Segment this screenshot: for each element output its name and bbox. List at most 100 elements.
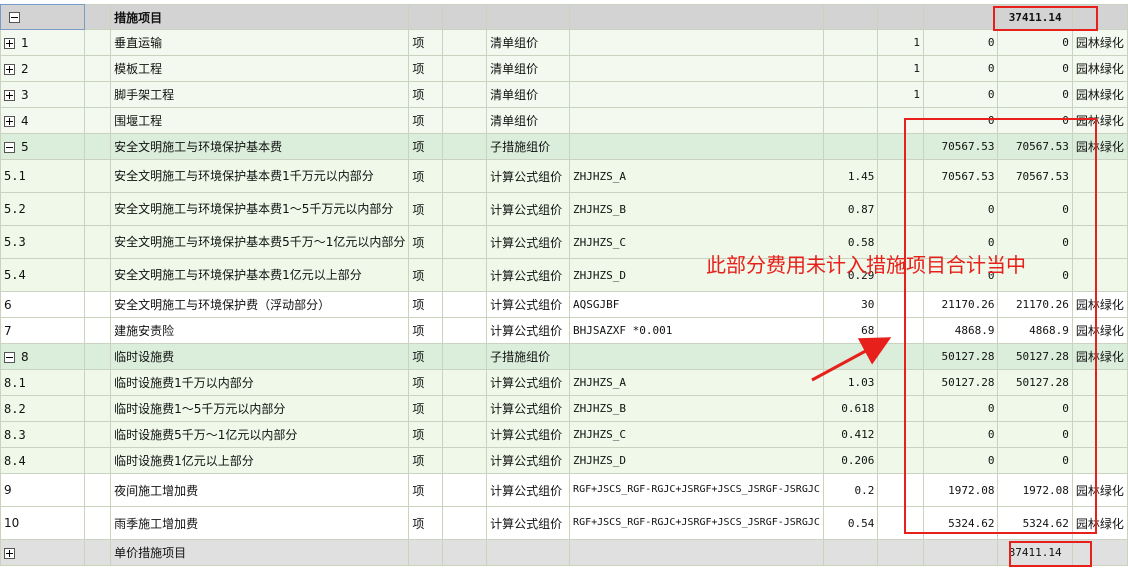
tree-cell[interactable]: 5.3 bbox=[0, 225, 86, 259]
row-formula[interactable] bbox=[569, 55, 824, 82]
tree-cell[interactable]: 8.4 bbox=[0, 447, 86, 474]
row-formula[interactable]: ZHJHZS_A bbox=[569, 159, 824, 193]
row-type[interactable]: 计算公式组价 bbox=[486, 369, 571, 396]
table-row[interactable]: 8.2 临时设施费1～5千万元以内部分项 计算公式组价 ZHJHZS_B 0.618 0 0 bbox=[0, 395, 1128, 422]
tree-cell[interactable]: 8 bbox=[0, 343, 86, 370]
table-row[interactable]: 3 脚手架工程项清单组价 1 0 0 园林绿化 bbox=[0, 81, 1128, 108]
row-rate[interactable]: 0.206 bbox=[822, 447, 879, 474]
row-type[interactable]: 计算公式组价 bbox=[486, 258, 571, 292]
row-rate[interactable]: 0.54 bbox=[822, 506, 879, 540]
expand-icon[interactable] bbox=[4, 63, 15, 75]
row-rate[interactable] bbox=[822, 81, 879, 108]
row-rate[interactable] bbox=[822, 133, 879, 160]
blank-cell bbox=[84, 506, 112, 540]
row-formula[interactable]: ZHJHZS_B bbox=[569, 395, 824, 422]
tree-cell[interactable]: 5.4 bbox=[0, 258, 86, 292]
table-row[interactable]: 6 安全文明施工与环境保护费（浮动部分）项 计算公式组价 AQSGJBF 30 21170… bbox=[0, 291, 1128, 318]
row-formula[interactable] bbox=[569, 81, 824, 108]
row-price: 70567.53 bbox=[922, 133, 999, 160]
table-row[interactable]: 8.3 临时设施费5千万～1亿元以内部分项 计算公式组价 ZHJHZS_C 0.412 0… bbox=[0, 421, 1128, 448]
tree-cell[interactable]: 8.1 bbox=[0, 369, 86, 396]
tree-cell[interactable]: 8.3 bbox=[0, 421, 86, 448]
tree-cell[interactable]: 4 bbox=[0, 107, 86, 134]
expand-icon[interactable] bbox=[4, 547, 15, 559]
row-type[interactable]: 计算公式组价 bbox=[486, 317, 571, 344]
row-type[interactable]: 计算公式组价 bbox=[486, 506, 571, 540]
tree-cell[interactable]: 5.1 bbox=[0, 159, 86, 193]
row-rate[interactable]: 0.618 bbox=[822, 395, 879, 422]
tree-cell[interactable]: 9 bbox=[0, 473, 86, 507]
row-formula[interactable]: ZHJHZS_D bbox=[569, 447, 824, 474]
collapse-icon[interactable] bbox=[4, 141, 15, 153]
tree-cell[interactable]: 7 bbox=[0, 317, 86, 344]
row-type[interactable]: 计算公式组价 bbox=[486, 421, 571, 448]
table-row[interactable]: 5.2 安全文明施工与环境保护基本费1～5千万元以内部分项 计算公式组价 ZHJHZS… bbox=[0, 192, 1128, 226]
row-rate[interactable]: 1.03 bbox=[822, 369, 879, 396]
row-formula[interactable] bbox=[569, 343, 824, 370]
footer-tree-cell[interactable] bbox=[0, 539, 86, 566]
row-formula[interactable]: BHJSAZXF *0.001 bbox=[569, 317, 824, 344]
row-type[interactable]: 计算公式组价 bbox=[486, 192, 571, 226]
expand-icon[interactable] bbox=[4, 89, 15, 101]
row-rate[interactable] bbox=[822, 343, 879, 370]
expand-icon[interactable] bbox=[4, 115, 15, 127]
row-formula[interactable]: RGF+JSCS_RGF-RGJC+JSRGF+JSCS_JSRGF-JSRGJ… bbox=[569, 506, 824, 540]
header-tree-cell[interactable] bbox=[0, 4, 86, 30]
table-row[interactable]: 1 垂直运输项清单组价 1 0 0 园林绿化 bbox=[0, 29, 1128, 56]
row-rate[interactable]: 0.87 bbox=[822, 192, 879, 226]
tree-cell[interactable]: 10 bbox=[0, 506, 86, 540]
table-row[interactable]: 5.1 安全文明施工与环境保护基本费1千万元以内部分项 计算公式组价 ZHJHZS_A… bbox=[0, 159, 1128, 193]
table-row[interactable]: 9 夜间施工增加费项 计算公式组价 RGF+JSCS_RGF-RGJC+JSRGF+J… bbox=[0, 473, 1128, 507]
row-type[interactable]: 计算公式组价 bbox=[486, 159, 571, 193]
table-row[interactable]: 5 安全文明施工与环境保护基本费项子措施组价 70567.53 70567.53 园林绿… bbox=[0, 133, 1128, 160]
expand-icon[interactable] bbox=[4, 37, 15, 49]
row-name: 安全文明施工与环境保护基本费5千万～1亿元以内部分 bbox=[110, 225, 410, 259]
row-formula[interactable]: ZHJHZS_B bbox=[569, 192, 824, 226]
table-row[interactable]: 10 雨季施工增加费项 计算公式组价 RGF+JSCS_RGF-RGJC+JSRGF+… bbox=[0, 506, 1128, 540]
row-rate[interactable] bbox=[822, 55, 879, 82]
header-row[interactable]: 措施项目 37411.14 bbox=[0, 4, 1128, 30]
row-formula[interactable] bbox=[569, 29, 824, 56]
row-rate[interactable] bbox=[822, 107, 879, 134]
collapse-icon[interactable] bbox=[4, 351, 15, 363]
tree-cell[interactable]: 8.2 bbox=[0, 395, 86, 422]
row-unit: 项 bbox=[408, 369, 444, 396]
collapse-icon[interactable] bbox=[9, 12, 20, 23]
row-type[interactable]: 计算公式组价 bbox=[486, 225, 571, 259]
row-type[interactable]: 计算公式组价 bbox=[486, 395, 571, 422]
row-rate[interactable]: 30 bbox=[822, 291, 879, 318]
row-type[interactable]: 子措施组价 bbox=[486, 343, 571, 370]
row-formula[interactable]: RGF+JSCS_RGF-RGJC+JSRGF+JSCS_JSRGF-JSRGJ… bbox=[569, 473, 824, 507]
row-formula[interactable]: ZHJHZS_A bbox=[569, 369, 824, 396]
tree-cell[interactable]: 5.2 bbox=[0, 192, 86, 226]
row-type[interactable]: 清单组价 bbox=[486, 81, 571, 108]
table-row[interactable]: 8.1 临时设施费1千万以内部分项 计算公式组价 ZHJHZS_A 1.03 50127.… bbox=[0, 369, 1128, 396]
table-row[interactable]: 8 临时设施费项子措施组价 50127.28 50127.28 园林绿化 bbox=[0, 343, 1128, 370]
row-formula[interactable]: AQSGJBF bbox=[569, 291, 824, 318]
row-type[interactable]: 计算公式组价 bbox=[486, 447, 571, 474]
row-rate[interactable] bbox=[822, 29, 879, 56]
row-rate[interactable]: 1.45 bbox=[822, 159, 879, 193]
row-rate[interactable]: 0.412 bbox=[822, 421, 879, 448]
tree-cell[interactable]: 6 bbox=[0, 291, 86, 318]
table-row[interactable]: 7 建施安责险项 计算公式组价 BHJSAZXF *0.001 68 4868.9 4868… bbox=[0, 317, 1128, 344]
tree-cell[interactable]: 3 bbox=[0, 81, 86, 108]
row-rate[interactable]: 68 bbox=[822, 317, 879, 344]
table-row[interactable]: 8.4 临时设施费1亿元以上部分项 计算公式组价 ZHJHZS_D 0.206 0 0 bbox=[0, 447, 1128, 474]
row-type[interactable]: 清单组价 bbox=[486, 107, 571, 134]
tree-cell[interactable]: 2 bbox=[0, 55, 86, 82]
row-type[interactable]: 计算公式组价 bbox=[486, 291, 571, 318]
row-formula[interactable]: ZHJHZS_C bbox=[569, 421, 824, 448]
row-type[interactable]: 计算公式组价 bbox=[486, 473, 571, 507]
row-formula[interactable] bbox=[569, 107, 824, 134]
table-row[interactable]: 4 围堰工程项清单组价 0 0 园林绿化 bbox=[0, 107, 1128, 134]
row-type[interactable]: 清单组价 bbox=[486, 55, 571, 82]
table-row[interactable]: 2 模板工程项清单组价 1 0 0 园林绿化 bbox=[0, 55, 1128, 82]
footer-row[interactable]: 单价措施项目 37411.14 bbox=[0, 539, 1128, 566]
row-formula[interactable] bbox=[569, 133, 824, 160]
tree-cell[interactable]: 5 bbox=[0, 133, 86, 160]
tree-cell[interactable]: 1 bbox=[0, 29, 86, 56]
row-type[interactable]: 清单组价 bbox=[486, 29, 571, 56]
row-rate[interactable]: 0.2 bbox=[822, 473, 879, 507]
row-type[interactable]: 子措施组价 bbox=[486, 133, 571, 160]
